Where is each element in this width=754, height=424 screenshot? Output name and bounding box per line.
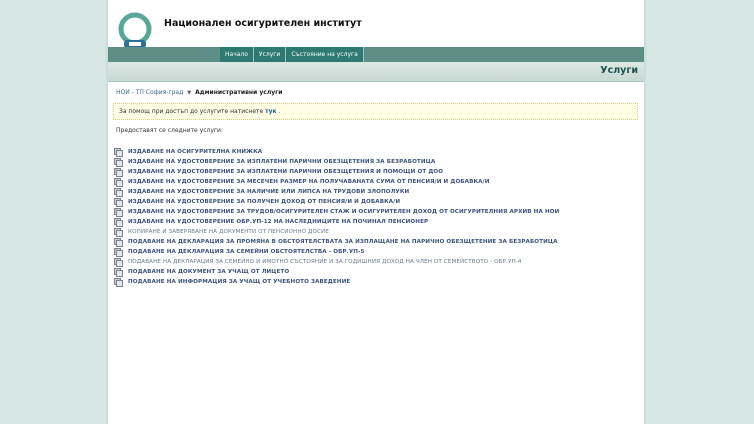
service-link[interactable]: Подаване на документ за учащ от лицето <box>128 269 289 275</box>
list-item: Издаване на удостоверение за получен дох… <box>114 197 559 207</box>
list-item: Издаване на удостоверение за месечен раз… <box>114 177 559 187</box>
noi-logo-icon[interactable] <box>118 12 152 50</box>
list-item: Издаване на удостоверение за изплатени п… <box>114 157 559 167</box>
documents-icon <box>114 157 123 167</box>
service-link[interactable]: Издаване на удостоверение за изплатени п… <box>128 169 443 175</box>
list-item: Подаване на информация за учащ от учебно… <box>114 277 559 287</box>
header: Национален осигурителен институт Начало … <box>108 0 644 62</box>
service-link[interactable]: Подаване на информация за учащ от учебно… <box>128 279 350 285</box>
service-link[interactable]: Издаване на удостоверение за получен дох… <box>128 199 400 205</box>
list-item: Подаване на декларация за семейни обстоя… <box>114 247 559 257</box>
site-title: Национален осигурителен институт <box>164 18 362 29</box>
list-item: Издаване на удостоверение обр.УП-12 на н… <box>114 217 559 227</box>
nav-strip <box>108 47 644 62</box>
documents-icon <box>114 257 123 267</box>
help-link[interactable]: тук <box>265 108 276 115</box>
nav-item-home[interactable]: Начало <box>220 47 254 62</box>
documents-icon <box>114 207 123 217</box>
help-notice-text: За помощ при достъп до услугите натиснет… <box>119 108 264 115</box>
service-link[interactable]: Подаване на декларация за семейни обстоя… <box>128 249 364 255</box>
service-link[interactable]: Издаване на удостоверение обр.УП-12 на н… <box>128 219 428 225</box>
service-link[interactable]: Издаване на осигурителна книжка <box>128 149 262 155</box>
service-link[interactable]: Издаване на удостоверение за месечен раз… <box>128 179 489 185</box>
service-link[interactable]: Издаване на удостоверение за наличие или… <box>128 189 409 195</box>
documents-icon <box>114 237 123 247</box>
service-link[interactable]: Подаване на декларация за семейно и имот… <box>128 259 522 265</box>
service-link[interactable]: Издаване на удостоверение за трудов/осиг… <box>128 209 559 215</box>
documents-icon <box>114 177 123 187</box>
documents-icon <box>114 197 123 207</box>
list-item: Копиране и заверяване на документи от пе… <box>114 227 559 237</box>
services-list: Издаване на осигурителна книжка Издаване… <box>114 147 559 287</box>
list-item: Подаване на декларация за семейно и имот… <box>114 257 559 267</box>
section-title: Услуги <box>600 65 638 76</box>
page-container: Национален осигурителен институт Начало … <box>108 0 644 424</box>
breadcrumb-home-link[interactable]: НОИ - ТП София-град <box>116 89 183 96</box>
service-link[interactable]: Издаване на удостоверение за изплатени п… <box>128 159 435 165</box>
list-item: Издаване на удостоверение за наличие или… <box>114 187 559 197</box>
list-item: Издаване на осигурителна книжка <box>114 147 559 157</box>
services-intro: Предоставят се следните услуги: <box>116 127 223 134</box>
breadcrumb: НОИ - ТП София-град ▼ Административни ус… <box>116 89 282 96</box>
main-nav: Начало Услуги Състояние на услуга <box>220 47 364 62</box>
documents-icon <box>114 217 123 227</box>
help-notice-tail: . <box>278 108 281 115</box>
breadcrumb-arrow-icon: ▼ <box>187 89 192 96</box>
list-item: Издаване на удостоверение за трудов/осиг… <box>114 207 559 217</box>
breadcrumb-current: Административни услуги <box>195 89 283 96</box>
section-bar: Услуги <box>108 62 644 82</box>
documents-icon <box>114 247 123 257</box>
list-item: Издаване на удостоверение за изплатени п… <box>114 167 559 177</box>
documents-icon <box>114 227 123 237</box>
nav-item-services[interactable]: Услуги <box>253 47 287 62</box>
nav-item-service-status[interactable]: Състояние на услуга <box>286 47 364 62</box>
list-item: Подаване на декларация за промяна в обст… <box>114 237 559 247</box>
service-link[interactable]: Копиране и заверяване на документи от пе… <box>128 229 329 235</box>
documents-icon <box>114 267 123 277</box>
documents-icon <box>114 187 123 197</box>
list-item: Подаване на документ за учащ от лицето <box>114 267 559 277</box>
documents-icon <box>114 147 123 157</box>
help-notice: За помощ при достъп до услугите натиснет… <box>113 103 638 120</box>
service-link[interactable]: Подаване на декларация за промяна в обст… <box>128 239 558 245</box>
documents-icon <box>114 277 123 287</box>
documents-icon <box>114 167 123 177</box>
